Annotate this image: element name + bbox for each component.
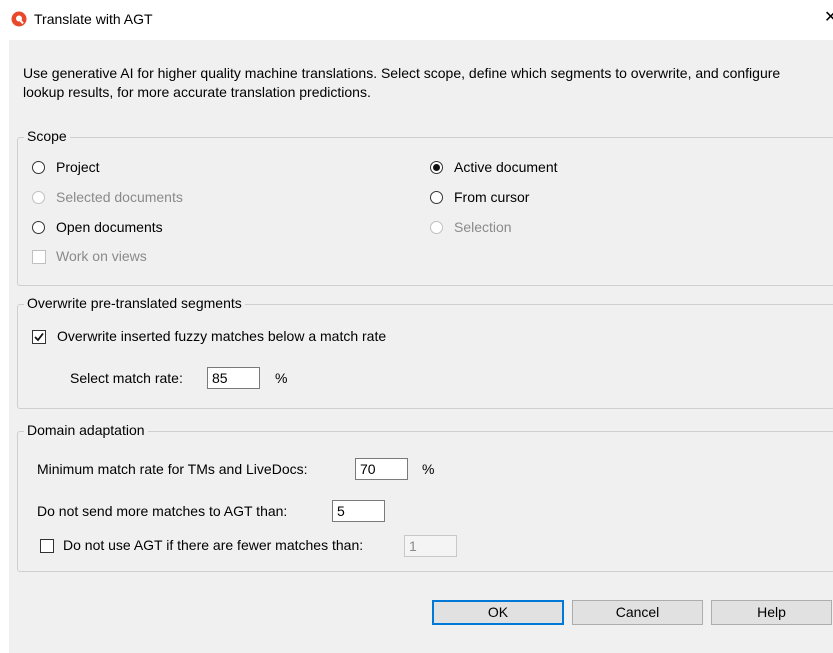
min-rate-percent: % — [422, 461, 435, 477]
radio-from-cursor[interactable] — [430, 191, 443, 204]
title-bar: Translate with AGT ✕ — [0, 0, 833, 40]
window-title: Translate with AGT — [34, 11, 153, 27]
checkmark-icon — [34, 332, 44, 342]
checkbox-work-on-views-label: Work on views — [56, 248, 147, 264]
radio-selection-label: Selection — [454, 219, 512, 235]
radio-open-documents[interactable] — [32, 221, 45, 234]
match-rate-label: Select match rate: — [70, 370, 183, 386]
min-rate-input[interactable] — [355, 458, 408, 480]
radio-open-documents-label[interactable]: Open documents — [56, 219, 163, 235]
radio-active-document[interactable] — [430, 161, 443, 174]
close-icon[interactable]: ✕ — [824, 7, 833, 27]
overwrite-legend: Overwrite pre-translated segments — [24, 295, 245, 311]
checkbox-fewer-matches[interactable] — [40, 539, 54, 553]
scope-legend: Scope — [24, 128, 70, 144]
radio-project[interactable] — [32, 161, 45, 174]
cancel-button[interactable]: Cancel — [572, 600, 703, 625]
radio-selection — [430, 221, 443, 234]
radio-from-cursor-label[interactable]: From cursor — [454, 189, 529, 205]
radio-project-label[interactable]: Project — [56, 159, 100, 175]
app-logo-icon — [11, 11, 27, 27]
radio-selected-documents-label: Selected documents — [56, 189, 183, 205]
ok-button[interactable]: OK — [432, 600, 564, 625]
match-rate-input[interactable] — [207, 367, 260, 389]
radio-selected-documents — [32, 191, 45, 204]
checkbox-work-on-views — [32, 250, 46, 264]
dialog-description: Use generative AI for higher quality mac… — [23, 65, 781, 100]
checkbox-overwrite-fuzzy-label[interactable]: Overwrite inserted fuzzy matches below a… — [57, 328, 386, 344]
checkbox-fewer-matches-label[interactable]: Do not use AGT if there are fewer matche… — [63, 537, 363, 553]
help-button[interactable]: Help — [711, 600, 832, 625]
domain-legend: Domain adaptation — [24, 422, 148, 438]
checkbox-overwrite-fuzzy[interactable] — [32, 330, 46, 344]
fewer-matches-input — [404, 535, 457, 557]
radio-active-document-label[interactable]: Active document — [454, 159, 558, 175]
min-rate-label: Minimum match rate for TMs and LiveDocs: — [37, 461, 308, 477]
match-rate-percent: % — [275, 370, 288, 386]
max-matches-input[interactable] — [332, 500, 385, 522]
max-matches-label: Do not send more matches to AGT than: — [37, 503, 288, 519]
overwrite-group: Overwrite pre-translated segments — [17, 295, 833, 409]
